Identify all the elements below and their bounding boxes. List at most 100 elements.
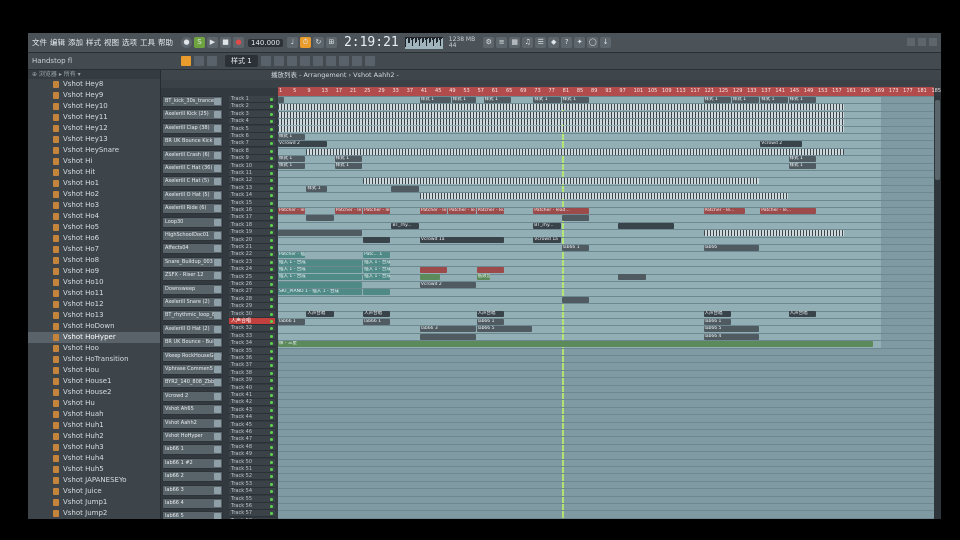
track-header[interactable]: Track 23: [229, 258, 275, 266]
channel-knob-icon[interactable]: [214, 433, 221, 440]
track-mute-led-icon[interactable]: [270, 231, 273, 235]
track-header[interactable]: Track 54: [229, 488, 275, 496]
playlist-clip[interactable]: [618, 274, 646, 281]
track-header[interactable]: Track 24: [229, 266, 275, 274]
channel-knob-icon[interactable]: [214, 245, 221, 253]
playlist-clip[interactable]: [419, 274, 441, 281]
picker-channel[interactable]: Axelerill O Hat (5): [162, 189, 223, 201]
arrangement-grid[interactable]: 样式 1 样式 1 样式 1 样式 1 样式 1 样式 1 样式 1 样式 1 样式 1 样式 1…: [278, 96, 934, 519]
track-mute-led-icon[interactable]: [270, 512, 273, 516]
channel-knob-icon[interactable]: [214, 258, 221, 266]
channel-knob-icon[interactable]: [214, 165, 221, 172]
browser-header[interactable]: ⊕ 浏览器 ▸ 所有 ▾: [28, 70, 160, 79]
playlist-clip[interactable]: Patc... 1: [363, 252, 391, 259]
channel-knob-icon[interactable]: [214, 500, 221, 507]
playlist-clip[interactable]: 样式 1: [419, 96, 451, 103]
picker-channel[interactable]: Snare_Buildup_003: [162, 256, 223, 268]
picker-channel[interactable]: Vshot Aahh2: [162, 417, 223, 429]
picker-channel[interactable]: Axelerill O Hat (2): [162, 323, 223, 335]
menu-item[interactable]: 帮助: [158, 37, 173, 48]
track-mute-led-icon[interactable]: [270, 379, 273, 383]
menu-item[interactable]: 文件: [32, 37, 47, 48]
channel-knob-icon[interactable]: [214, 138, 221, 146]
playlist-clip[interactable]: [363, 178, 760, 185]
channel-knob-icon[interactable]: [214, 299, 221, 306]
playlist-clip[interactable]: [278, 96, 285, 103]
track-mute-led-icon[interactable]: [270, 445, 273, 449]
track-mute-led-icon[interactable]: [270, 142, 273, 146]
maximize-icon[interactable]: [918, 38, 926, 46]
pianoroll-view-icon[interactable]: [312, 56, 323, 66]
browser-item[interactable]: Vshot HeySnare: [28, 145, 160, 156]
picker-channel[interactable]: Axelerill Kick (25): [162, 109, 223, 121]
wait-icon[interactable]: ⏱: [299, 37, 311, 48]
playlist-clip[interactable]: Patcher - 插入 1 - Comments: [278, 252, 306, 259]
mixer-icon[interactable]: ≡: [496, 37, 508, 48]
browser-item[interactable]: Vshot HoHyper: [28, 332, 160, 343]
scrollbar-thumb[interactable]: [935, 100, 940, 180]
track-mute-led-icon[interactable]: [270, 305, 273, 309]
channel-knob-icon[interactable]: [214, 312, 221, 320]
pattern-song-toggle-icon[interactable]: ●: [181, 37, 192, 48]
playlist-clip[interactable]: 低效音: [476, 274, 490, 281]
browser-item[interactable]: Vshot Hi: [28, 156, 160, 167]
track-header[interactable]: Track 14: [229, 192, 275, 200]
playlist-clip[interactable]: BT_rhy...: [391, 222, 419, 229]
track-header[interactable]: Track 17: [229, 214, 275, 222]
metronome-icon[interactable]: ♩: [286, 37, 298, 48]
track-header[interactable]: Track 30: [229, 310, 275, 318]
playlist-clip[interactable]: SKT_PIANO 1 - 插入 1 - 合成: [278, 289, 363, 296]
track-mute-led-icon[interactable]: [270, 401, 273, 405]
browser-item[interactable]: Vshot Hey12: [28, 123, 160, 134]
track-header[interactable]: Track 16: [229, 207, 275, 214]
browser-item[interactable]: Vshot House2: [28, 387, 160, 398]
playlist-clip[interactable]: 样式 1: [760, 96, 788, 103]
browser-view-icon[interactable]: [325, 56, 336, 66]
track-header[interactable]: Track 19: [229, 229, 275, 237]
picker-channel[interactable]: Axelerill Crash (6): [162, 149, 223, 161]
playlist-clip[interactable]: 样式 1: [731, 96, 760, 103]
channel-knob-icon[interactable]: [214, 339, 221, 347]
track-mute-led-icon[interactable]: [270, 105, 273, 109]
channel-knob-icon[interactable]: [214, 459, 221, 467]
download-icon[interactable]: ↓: [600, 37, 612, 48]
track-mute-led-icon[interactable]: [270, 164, 273, 168]
arrangement-icon[interactable]: [273, 56, 284, 66]
track-header[interactable]: Track 3: [229, 110, 275, 118]
playlist-clip[interactable]: Patcher - le...: [363, 207, 391, 214]
picker-channel[interactable]: Affects04: [162, 243, 223, 255]
track-header[interactable]: Track 46: [229, 429, 275, 436]
track-header[interactable]: Track 15: [229, 199, 275, 207]
playlist-clip[interactable]: Vcrowd 2: [760, 141, 802, 148]
picker-channel[interactable]: lab66 1: [162, 444, 223, 456]
playlist-clip[interactable]: 样式 1: [278, 133, 306, 140]
track-mute-led-icon[interactable]: [270, 268, 273, 272]
channel-knob-icon[interactable]: [214, 419, 221, 427]
playlist-clip[interactable]: [278, 118, 845, 125]
track-mute-led-icon[interactable]: [270, 253, 273, 257]
playlist-clip[interactable]: Vcrowd 1a: [533, 237, 561, 244]
track-mute-led-icon[interactable]: [270, 349, 273, 353]
channel-knob-icon[interactable]: [214, 205, 221, 213]
track-header[interactable]: Track 20: [229, 236, 275, 244]
playlist-clip[interactable]: Vcrowd 2: [419, 281, 476, 288]
picker-channel[interactable]: lab66 2: [162, 471, 223, 483]
browser-item[interactable]: Vshot Ho3: [28, 200, 160, 211]
track-header[interactable]: Track 26: [229, 281, 275, 288]
playlist-clip[interactable]: Patcher - le...: [476, 207, 504, 214]
channel-knob-icon[interactable]: [214, 218, 221, 226]
picker-channel[interactable]: BR UK Bounce - Build: [162, 337, 223, 349]
playlist-clip[interactable]: [391, 185, 419, 192]
track-header[interactable]: Track 38: [229, 369, 275, 377]
loop-record-icon[interactable]: ↻: [312, 37, 324, 48]
track-header[interactable]: Track 41: [229, 392, 275, 399]
picker-channel[interactable]: lab66 1 #2: [162, 457, 223, 469]
channel-knob-icon[interactable]: [214, 486, 221, 494]
picker-channel[interactable]: BT_kick_30s_trance: [162, 96, 223, 107]
channel-knob-icon[interactable]: [214, 366, 221, 373]
browser-item[interactable]: Vshot HoDown: [28, 321, 160, 332]
channel-knob-icon[interactable]: [214, 473, 221, 481]
channel-knob-icon[interactable]: [214, 191, 221, 199]
plugin-picker-icon[interactable]: [338, 56, 349, 66]
playlist-clip[interactable]: Patcher - le...: [419, 207, 448, 214]
